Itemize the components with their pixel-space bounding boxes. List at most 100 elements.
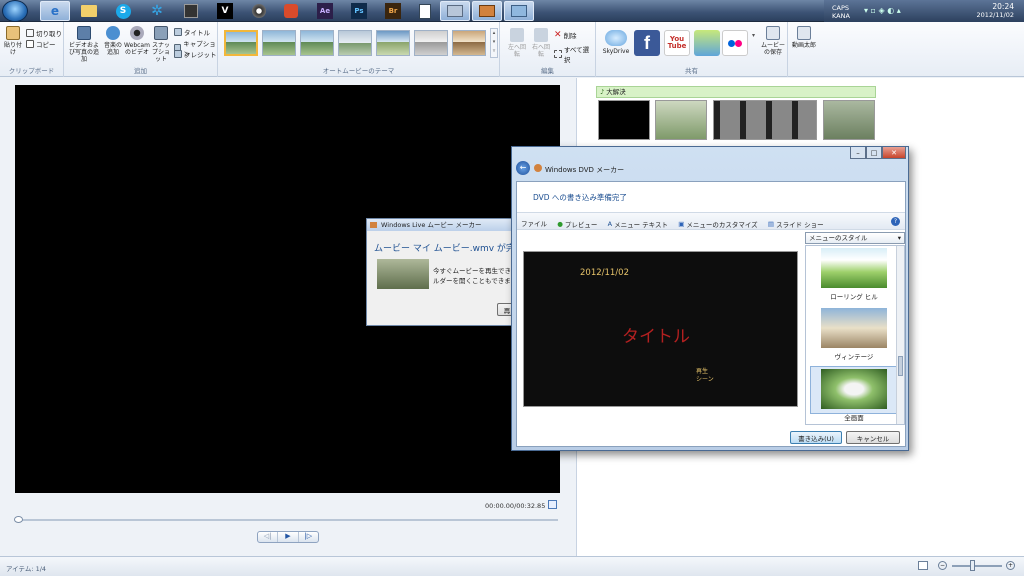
clock-date[interactable]: 2012/11/02 (977, 11, 1014, 19)
group-label-themes: オートムービーのテーマ (322, 67, 395, 75)
customize-menu-button[interactable]: ▣ メニューのカスタマイズ (678, 219, 757, 229)
add-music-button[interactable]: 音楽の追加 (102, 26, 124, 56)
group-label-add: 追加 (134, 67, 147, 75)
theme-thumbnail[interactable] (338, 30, 372, 56)
movie-maker-icon[interactable] (440, 1, 470, 21)
theme-thumbnail[interactable] (262, 30, 296, 56)
theme-thumbnail[interactable] (452, 30, 486, 56)
menu-preview: 2012/11/02 タイトル 再生 シーン (523, 251, 798, 407)
tray-icons: ▾ ▫ ◈ ◐ ▴ (864, 6, 901, 15)
skype-icon[interactable]: S (108, 1, 138, 21)
ie-icon[interactable]: e (40, 1, 70, 21)
dialog-text-line2: ルダーを開くこともできま (433, 277, 511, 285)
clip-thumbnail[interactable] (713, 100, 817, 140)
webcam-video-button[interactable]: Webcam のビデオ (124, 26, 150, 56)
styles-scrollbar[interactable] (896, 246, 904, 424)
share-more-icon[interactable]: ▾ (752, 32, 755, 39)
game-icon[interactable] (276, 1, 306, 21)
cancel-button[interactable]: キャンセル (846, 431, 900, 444)
file-menu[interactable]: ファイル (521, 218, 547, 228)
styles-scroll-thumb[interactable] (898, 356, 903, 376)
clock-time[interactable]: 20:24 (992, 2, 1014, 11)
slideshow-button[interactable]: ▤ スライド ショー (768, 219, 824, 229)
youtube-button[interactable]: You Tube (664, 30, 690, 56)
paste-button[interactable]: 貼り付け (4, 26, 22, 56)
maximize-button[interactable]: □ (866, 147, 882, 159)
clip-thumbnail[interactable] (823, 100, 875, 140)
theme-thumbnail[interactable] (300, 30, 334, 56)
v-app-icon[interactable]: V (210, 1, 240, 21)
disc-icon[interactable] (244, 1, 274, 21)
style-rolling-hills[interactable]: ローリング ヒル (810, 248, 898, 301)
zoom-in-icon[interactable]: + (1006, 561, 1015, 570)
minimize-button[interactable]: – (850, 147, 866, 159)
app-icon (370, 222, 377, 228)
storyboard-view-icon[interactable] (918, 561, 928, 570)
rotate-right-button[interactable]: 右へ回転 (530, 28, 552, 58)
menu-text-button[interactable]: A メニュー テキスト (608, 219, 668, 229)
help-icon[interactable]: ? (891, 217, 900, 226)
snapshot-button[interactable]: スナップショット (150, 26, 172, 63)
skydrive-button[interactable]: SkyDrive (602, 30, 630, 55)
cut-button[interactable]: 切り取り (26, 28, 62, 38)
photo-gallery-icon[interactable] (504, 1, 534, 21)
save-movie-button[interactable]: ムービーの保存 (760, 26, 786, 56)
seek-bar[interactable] (15, 519, 558, 521)
theme-thumbnail[interactable] (224, 30, 258, 56)
menu-scenes-link[interactable]: シーン (696, 374, 714, 383)
back-arrow-icon[interactable]: ← (516, 161, 530, 175)
select-all-button[interactable]: すべて選択 (554, 44, 595, 64)
close-button[interactable]: ✕ (882, 147, 906, 159)
seek-handle[interactable] (14, 516, 23, 523)
rotate-left-button[interactable]: 左へ回転 (506, 28, 528, 58)
theme-gallery-scroll[interactable]: ▴ ▾ ▿ (490, 28, 498, 58)
pinwheel-icon[interactable]: ✲ (142, 1, 172, 21)
dvd-app-icon (534, 164, 542, 172)
credits-button[interactable]: クレジット (174, 49, 217, 59)
theme-thumbnail[interactable] (414, 30, 448, 56)
dvd-maker-window: – □ ✕ ← Windows DVD メーカー DVD への書き込み準備完了 … (511, 146, 909, 451)
webcam-icon (130, 26, 144, 40)
taro-button[interactable]: 動画太郎 (792, 26, 816, 49)
theme-thumbnail[interactable] (376, 30, 410, 56)
window-title: Windows DVD メーカー (545, 166, 625, 174)
start-button[interactable] (2, 0, 28, 22)
messenger-icon[interactable] (694, 30, 720, 56)
delete-button[interactable]: ✕ 削除 (554, 30, 577, 40)
customize-icon: ▣ (678, 220, 685, 228)
previous-frame-icon[interactable]: ◁| (258, 532, 277, 542)
facebook-button[interactable]: f (634, 30, 660, 56)
bridge-icon[interactable]: Br (378, 1, 408, 21)
play-icon[interactable]: ▶ (277, 532, 299, 542)
dialog-text-line1: 今すぐムービーを再生でき (433, 267, 511, 275)
copy-button[interactable]: コピー (26, 39, 56, 49)
flickr-button[interactable] (722, 30, 748, 56)
next-frame-icon[interactable]: |▷ (299, 532, 318, 542)
style-thumbnail (821, 369, 887, 409)
skydrive-icon (605, 30, 627, 46)
style-fullscreen[interactable]: 全画面 (810, 366, 898, 422)
menu-styles-dropdown[interactable]: メニューのスタイル ▾ (805, 232, 905, 244)
style-thumbnail (821, 248, 887, 288)
fullscreen-icon[interactable] (548, 500, 557, 509)
style-vintage[interactable]: ヴィンテージ (810, 308, 898, 361)
folder-icon[interactable] (74, 1, 104, 21)
group-add: ビデオおよび写真の追加 音楽の追加 Webcam のビデオ スナップショット タ… (64, 22, 218, 77)
photoshop-icon[interactable]: Ps (344, 1, 374, 21)
burn-button[interactable]: 書き込み(U) (790, 431, 842, 444)
title-button[interactable]: タイトル (174, 27, 210, 37)
app-icon[interactable] (176, 1, 206, 21)
after-effects-icon[interactable]: Ae (310, 1, 340, 21)
scissors-icon (26, 29, 34, 37)
add-video-photo-button[interactable]: ビデオおよび写真の追加 (68, 26, 100, 63)
document-icon[interactable] (410, 1, 440, 21)
preview-button[interactable]: ● プレビュー (557, 219, 597, 229)
zoom-out-icon[interactable]: − (938, 561, 947, 570)
music-track[interactable]: ♪ 大解決 (596, 86, 876, 98)
clip-thumbnail[interactable] (655, 100, 707, 140)
menu-styles-list: ローリング ヒル ヴィンテージ 全画面 (805, 245, 905, 425)
zoom-slider[interactable] (952, 565, 1002, 567)
clip-thumbnail[interactable] (598, 100, 650, 140)
dvd-maker-icon[interactable] (472, 1, 502, 21)
zoom-slider-handle[interactable] (970, 560, 975, 571)
